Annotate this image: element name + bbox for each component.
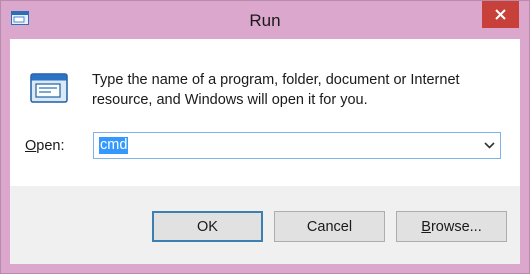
- browse-button[interactable]: Browse...: [396, 211, 507, 242]
- open-input-value[interactable]: cmd: [99, 137, 129, 154]
- browse-button-label: Browse...: [421, 219, 481, 235]
- cancel-button[interactable]: Cancel: [274, 211, 385, 242]
- ok-button-label: OK: [197, 218, 218, 235]
- close-button[interactable]: [482, 1, 519, 28]
- run-dialog: Run Type the name of a program, folder, …: [0, 0, 530, 274]
- instruction-text: Type the name of a program, folder, docu…: [92, 72, 460, 108]
- chevron-down-icon[interactable]: [482, 136, 496, 154]
- open-label-text: pen:: [36, 138, 65, 154]
- run-program-icon: [30, 73, 68, 103]
- close-icon: [495, 7, 506, 23]
- ok-button[interactable]: OK: [152, 211, 263, 242]
- window-title: Run: [249, 11, 281, 30]
- open-label: Open:: [25, 138, 65, 154]
- open-combobox[interactable]: cmd: [93, 132, 501, 159]
- browse-label-text: rowse...: [430, 218, 482, 235]
- browse-accelerator: B: [421, 218, 431, 235]
- title-bar[interactable]: Run: [1, 1, 529, 39]
- open-label-accelerator: O: [25, 138, 37, 154]
- cancel-button-label: Cancel: [306, 218, 353, 235]
